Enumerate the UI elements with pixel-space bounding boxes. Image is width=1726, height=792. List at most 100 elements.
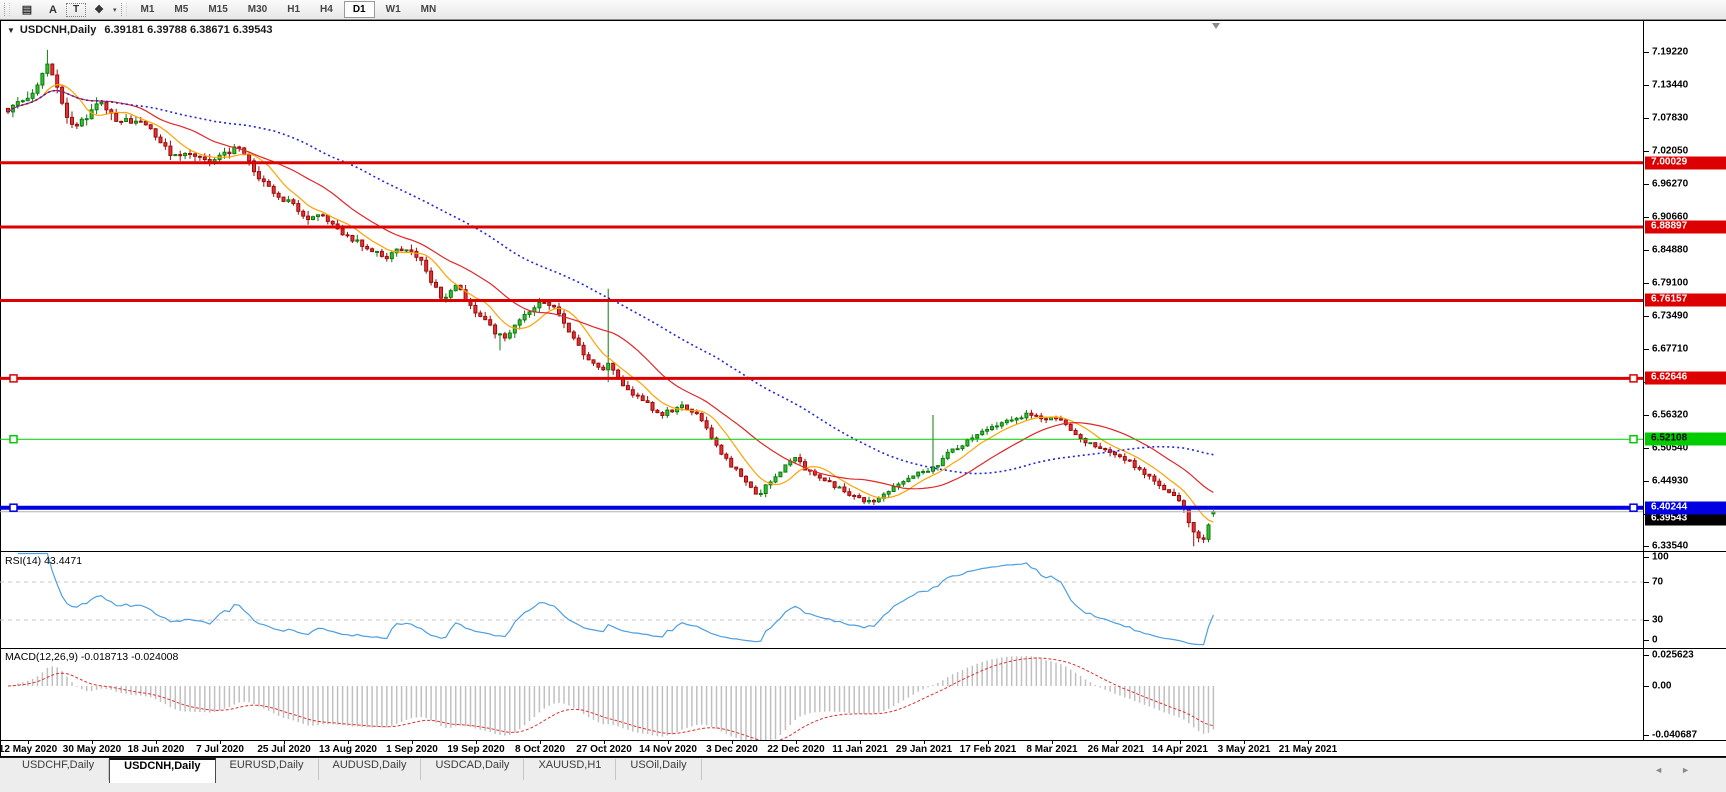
- macd-tick-label: 0.025623: [1652, 650, 1694, 661]
- axis-tick: [1644, 557, 1649, 558]
- chart-tab-EURUSD[interactable]: EURUSD,Daily: [216, 759, 319, 780]
- timeframe-button-MN[interactable]: MN: [412, 1, 446, 18]
- price-tick-label: 6.67710: [1652, 344, 1688, 355]
- date-tick: [348, 741, 349, 744]
- date-tick: [924, 741, 925, 744]
- level-price-label[interactable]: 6.40244: [1645, 501, 1726, 514]
- date-tick-label: 8 Mar 2021: [1026, 744, 1077, 755]
- date-tick-label: 27 Oct 2020: [576, 744, 632, 755]
- axis-tick: [1644, 349, 1649, 350]
- tab-scroll-left-icon[interactable]: ◄: [1654, 765, 1681, 775]
- timeframe-button-M30[interactable]: M30: [239, 1, 276, 18]
- chart-tab-XAUUSD[interactable]: XAUUSD,H1: [524, 759, 616, 780]
- price-tick-label: 6.73490: [1652, 310, 1688, 321]
- price-tick-label: 6.96270: [1652, 179, 1688, 190]
- fibonacci-tool-icon[interactable]: ▤: [14, 2, 40, 17]
- rsi-tick-label: 0: [1652, 635, 1658, 646]
- date-tick: [412, 741, 413, 744]
- toolbar-grip[interactable]: [4, 3, 10, 16]
- axis-tick: [1644, 448, 1649, 449]
- axis-tick: [1644, 283, 1649, 284]
- level-price-label[interactable]: 6.76157: [1645, 294, 1726, 307]
- date-tick: [604, 741, 605, 744]
- rsi-tick-label: 30: [1652, 615, 1663, 626]
- arrows-tool-icon[interactable]: ❖: [86, 2, 112, 17]
- arrows-dropdown-caret-icon[interactable]: ▾: [113, 6, 117, 14]
- timeframe-button-H4[interactable]: H4: [311, 1, 342, 18]
- axis-tick: [1644, 686, 1649, 687]
- price-tick-label: 6.84880: [1652, 245, 1688, 256]
- date-tick-label: 18 Jun 2020: [128, 744, 185, 755]
- text-label-tool-icon[interactable]: T: [66, 3, 86, 17]
- chart-tab-AUDUSD[interactable]: AUDUSD,Daily: [319, 759, 422, 780]
- level-price-label[interactable]: 6.62646: [1645, 372, 1726, 385]
- date-tick: [1244, 741, 1245, 744]
- date-tick-label: 14 Nov 2020: [639, 744, 697, 755]
- macd-label: MACD(12,26,9) -0.018713 -0.024008: [5, 651, 178, 663]
- time-axis-line: [0, 740, 1726, 741]
- timeframe-button-M15[interactable]: M15: [199, 1, 236, 18]
- ohlc-values: 6.39181 6.39788 6.38671 6.39543: [104, 24, 272, 36]
- axis-tick: [1644, 52, 1649, 53]
- date-tick: [540, 741, 541, 744]
- date-tick: [1052, 741, 1053, 744]
- price-tick-label: 7.07830: [1652, 112, 1688, 123]
- date-tick-label: 29 Jan 2021: [896, 744, 952, 755]
- price-tick-label: 6.33540: [1652, 541, 1688, 552]
- macd-indicator-chart[interactable]: [0, 649, 1643, 740]
- date-tick: [732, 741, 733, 744]
- rsi-label: RSI(14) 43.4471: [5, 555, 82, 567]
- chart-tab-bar: USDCHF,DailyUSDCNH,DailyEURUSD,DailyAUDU…: [0, 757, 1726, 792]
- price-tick-label: 6.79100: [1652, 278, 1688, 289]
- axis-tick: [1644, 655, 1649, 656]
- axis-tick: [1644, 85, 1649, 86]
- toolbar-grip[interactable]: [121, 3, 127, 16]
- chart-title[interactable]: ▼ USDCNH,Daily 6.39181 6.39788 6.38671 6.3…: [7, 24, 273, 36]
- mt4-window: ▤ A T ❖ ▾ M1M5M15M30H1H4D1W1MN ▼ USDCNH,D…: [0, 0, 1726, 792]
- text-tool-icon[interactable]: A: [40, 2, 66, 17]
- date-tick: [92, 741, 93, 744]
- symbol-period-label: USDCNH,Daily: [20, 24, 96, 36]
- date-tick-label: 25 Jul 2020: [257, 744, 310, 755]
- axis-tick: [1644, 620, 1649, 621]
- date-tick: [476, 741, 477, 744]
- date-tick: [1116, 741, 1117, 744]
- price-tick-label: 6.56320: [1652, 409, 1688, 420]
- axis-tick: [1644, 316, 1649, 317]
- timeframe-button-H1[interactable]: H1: [278, 1, 309, 18]
- chart-tab-USDCAD[interactable]: USDCAD,Daily: [421, 759, 524, 780]
- symbol-dropdown-icon[interactable]: ▼: [7, 26, 15, 35]
- main-price-chart[interactable]: [0, 21, 1643, 551]
- axis-tick: [1644, 582, 1649, 583]
- price-axis-line: [1643, 21, 1644, 740]
- axis-tick: [1644, 546, 1649, 547]
- timeframe-button-M1[interactable]: M1: [132, 1, 164, 18]
- date-tick-label: 1 Sep 2020: [386, 744, 438, 755]
- date-tick-label: 3 May 2021: [1218, 744, 1271, 755]
- date-tick: [1180, 741, 1181, 744]
- tab-scroll-arrows[interactable]: ◄►: [1654, 765, 1708, 775]
- timeframe-button-W1[interactable]: W1: [377, 1, 410, 18]
- rsi-indicator-chart[interactable]: [0, 552, 1643, 647]
- level-price-label[interactable]: 6.52108: [1645, 433, 1726, 446]
- drawing-and-timeframe-toolbar: ▤ A T ❖ ▾ M1M5M15M30H1H4D1W1MN: [0, 0, 1726, 20]
- chart-tab-USDCNH[interactable]: USDCNH,Daily: [109, 758, 215, 783]
- chart-shift-marker-icon[interactable]: [1212, 23, 1220, 29]
- chart-tab-USOil[interactable]: USOil,Daily: [616, 759, 701, 780]
- date-tick-label: 14 Apr 2021: [1152, 744, 1208, 755]
- chart-tab-USDCHF[interactable]: USDCHF,Daily: [8, 759, 109, 780]
- timeframe-button-D1[interactable]: D1: [344, 1, 375, 18]
- axis-tick: [1644, 151, 1649, 152]
- date-tick-label: 17 Feb 2021: [960, 744, 1017, 755]
- timeframe-button-M5[interactable]: M5: [165, 1, 197, 18]
- price-tick-label: 7.19220: [1652, 47, 1688, 58]
- date-tick: [860, 741, 861, 744]
- tab-scroll-right-icon[interactable]: ►: [1681, 765, 1708, 775]
- level-price-label[interactable]: 6.88897: [1645, 220, 1726, 233]
- level-price-label[interactable]: 7.00029: [1645, 156, 1726, 169]
- rsi-tick-label: 70: [1652, 577, 1663, 588]
- macd-tick-label: 0.00: [1652, 681, 1671, 692]
- date-tick-label: 7 Jul 2020: [196, 744, 244, 755]
- date-tick-label: 12 May 2020: [0, 744, 57, 755]
- date-tick-label: 21 May 2021: [1279, 744, 1337, 755]
